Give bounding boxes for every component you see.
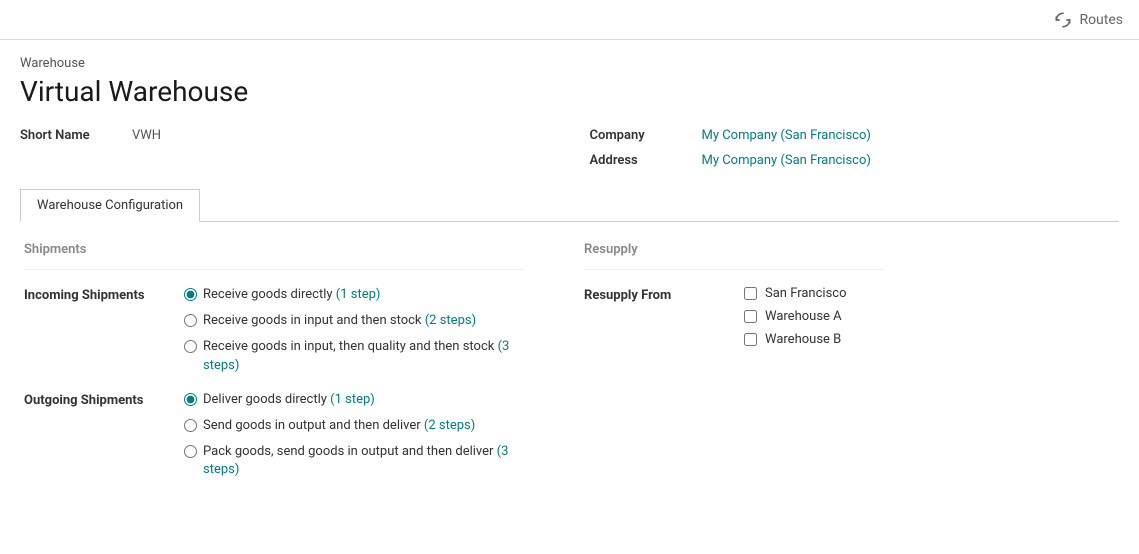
short-name-value: VWH xyxy=(132,128,161,143)
short-name-row: Short Name VWH xyxy=(20,128,550,143)
routes-button[interactable]: Routes xyxy=(1053,10,1123,30)
resupply-header: Resupply xyxy=(584,242,884,257)
incoming-shipments-group: Incoming Shipments Receive goods directl… xyxy=(24,286,524,375)
breadcrumb: Warehouse xyxy=(20,56,1119,71)
outgoing-option-3[interactable]: Pack goods, send goods in output and the… xyxy=(184,443,524,479)
main-content: Warehouse Virtual Warehouse Short Name V… xyxy=(0,40,1139,512)
tab-warehouse-configuration[interactable]: Warehouse Configuration xyxy=(20,189,200,222)
outgoing-text-2: Send goods in output and then deliver (2… xyxy=(203,417,475,435)
routes-label: Routes xyxy=(1079,12,1123,28)
resupply-label-3: Warehouse B xyxy=(765,332,841,347)
incoming-option-1[interactable]: Receive goods directly (1 step) xyxy=(184,286,524,304)
outgoing-radio-1[interactable] xyxy=(184,393,197,406)
address-value[interactable]: My Company (San Francisco) xyxy=(702,153,871,168)
resupply-divider xyxy=(584,269,884,270)
shipments-section: Shipments Incoming Shipments Receive goo… xyxy=(24,242,524,496)
shipments-header: Shipments xyxy=(24,242,524,257)
outgoing-shipments-group: Outgoing Shipments Deliver goods directl… xyxy=(24,391,524,480)
form-left: Short Name VWH xyxy=(20,128,550,168)
incoming-text-1: Receive goods directly (1 step) xyxy=(203,286,380,304)
resupply-label-1: San Francisco xyxy=(765,286,847,301)
outgoing-option-1[interactable]: Deliver goods directly (1 step) xyxy=(184,391,524,409)
incoming-label: Incoming Shipments xyxy=(24,286,164,375)
incoming-options: Receive goods directly (1 step) Receive … xyxy=(184,286,524,375)
resupply-checkbox-3[interactable] xyxy=(744,333,757,346)
company-label: Company xyxy=(590,128,690,143)
company-value[interactable]: My Company (San Francisco) xyxy=(702,128,871,143)
config-content: Shipments Incoming Shipments Receive goo… xyxy=(20,242,1119,496)
outgoing-radio-2[interactable] xyxy=(184,419,197,432)
resupply-option-2[interactable]: Warehouse A xyxy=(744,309,847,324)
company-row: Company My Company (San Francisco) xyxy=(590,128,1120,143)
page-title: Virtual Warehouse xyxy=(20,75,1119,108)
incoming-text-2: Receive goods in input and then stock (2… xyxy=(203,312,476,330)
shipments-divider xyxy=(24,269,524,270)
resupply-section: Resupply Resupply From San Francisco War… xyxy=(584,242,884,496)
resupply-from-group: Resupply From San Francisco Warehouse A … xyxy=(584,286,884,347)
resupply-checkbox-2[interactable] xyxy=(744,310,757,323)
form-right: Company My Company (San Francisco) Addre… xyxy=(590,128,1120,168)
outgoing-option-2[interactable]: Send goods in output and then deliver (2… xyxy=(184,417,524,435)
outgoing-options: Deliver goods directly (1 step) Send goo… xyxy=(184,391,524,480)
address-label: Address xyxy=(590,153,690,168)
outgoing-text-3: Pack goods, send goods in output and the… xyxy=(203,443,524,479)
resupply-checkbox-1[interactable] xyxy=(744,287,757,300)
incoming-text-3: Receive goods in input, then quality and… xyxy=(203,338,524,374)
resupply-option-3[interactable]: Warehouse B xyxy=(744,332,847,347)
resupply-label-2: Warehouse A xyxy=(765,309,842,324)
top-bar: Routes xyxy=(0,0,1139,40)
incoming-option-2[interactable]: Receive goods in input and then stock (2… xyxy=(184,312,524,330)
resupply-from-label: Resupply From xyxy=(584,286,724,347)
incoming-radio-3[interactable] xyxy=(184,340,197,353)
routes-icon xyxy=(1053,10,1073,30)
incoming-radio-2[interactable] xyxy=(184,314,197,327)
incoming-radio-1[interactable] xyxy=(184,288,197,301)
outgoing-text-1: Deliver goods directly (1 step) xyxy=(203,391,375,409)
resupply-option-1[interactable]: San Francisco xyxy=(744,286,847,301)
outgoing-label: Outgoing Shipments xyxy=(24,391,164,480)
form-section: Short Name VWH Company My Company (San F… xyxy=(20,128,1119,168)
tabs: Warehouse Configuration xyxy=(20,188,1119,222)
resupply-options: San Francisco Warehouse A Warehouse B xyxy=(744,286,847,347)
outgoing-radio-3[interactable] xyxy=(184,445,197,458)
address-row: Address My Company (San Francisco) xyxy=(590,153,1120,168)
incoming-option-3[interactable]: Receive goods in input, then quality and… xyxy=(184,338,524,374)
short-name-label: Short Name xyxy=(20,128,120,143)
